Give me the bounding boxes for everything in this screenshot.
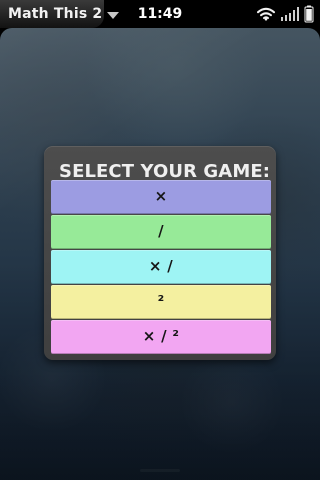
dialog-title: SELECT YOUR GAME: xyxy=(59,161,271,182)
game-option-label: / xyxy=(158,222,164,240)
game-option-mixed[interactable]: × / ² xyxy=(51,320,271,354)
game-selection-dialog: SELECT YOUR GAME: × / × / ² × / ² xyxy=(44,146,276,360)
game-options-list: × / × / ² × / ² xyxy=(51,180,271,354)
status-icons xyxy=(256,5,314,23)
wifi-icon xyxy=(256,7,276,21)
game-option-squares[interactable]: ² xyxy=(51,285,271,319)
game-option-division[interactable]: / xyxy=(51,215,271,249)
game-option-label: × xyxy=(154,187,168,205)
signal-icon xyxy=(281,7,299,21)
game-option-label: ² xyxy=(157,292,165,310)
screen: Math This 2 11:49 SELECT YOUR GAME: × / … xyxy=(0,0,320,480)
status-bar: Math This 2 11:49 xyxy=(0,0,320,28)
game-option-multiplication[interactable]: × xyxy=(51,180,271,214)
game-option-label: × / xyxy=(148,257,174,275)
game-option-label: × / ² xyxy=(142,327,180,345)
battery-icon xyxy=(304,5,314,23)
home-indicator xyxy=(140,469,180,472)
game-option-multiplication-division[interactable]: × / xyxy=(51,250,271,284)
